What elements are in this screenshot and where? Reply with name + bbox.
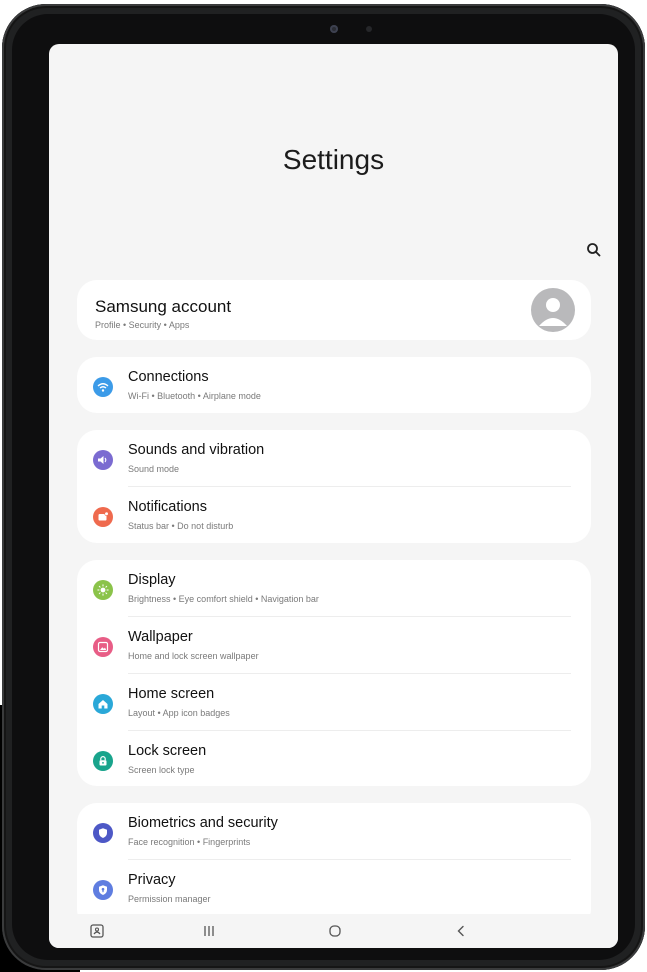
sensor-icon bbox=[366, 26, 372, 32]
settings-item-label: Lock screen bbox=[128, 743, 207, 759]
wifi-icon bbox=[93, 377, 113, 397]
settings-item-biometrics[interactable]: Biometrics and security Face recognition… bbox=[77, 803, 591, 859]
screenshot-icon[interactable] bbox=[87, 922, 107, 940]
display-group-card: Display Brightness • Eye comfort shield … bbox=[77, 560, 591, 786]
settings-item-label: Privacy bbox=[128, 872, 176, 888]
back-icon[interactable] bbox=[451, 922, 471, 940]
settings-item-wallpaper[interactable]: Wallpaper Home and lock screen wallpaper bbox=[77, 617, 591, 673]
settings-item-sub: Layout • App icon badges bbox=[128, 708, 230, 718]
settings-item-sub: Wi-Fi • Bluetooth • Airplane mode bbox=[128, 391, 261, 401]
settings-item-lock-screen[interactable]: Lock screen Screen lock type bbox=[77, 731, 591, 787]
settings-item-sub: Status bar • Do not disturb bbox=[128, 521, 234, 531]
image-icon bbox=[93, 637, 113, 657]
home-button-icon[interactable] bbox=[325, 922, 345, 940]
settings-item-label: Notifications bbox=[128, 499, 207, 515]
shield-icon bbox=[93, 823, 113, 843]
settings-item-sub: Permission manager bbox=[128, 894, 211, 904]
settings-item-sub: Face recognition • Fingerprints bbox=[128, 837, 251, 847]
settings-item-label: Display bbox=[128, 572, 176, 588]
lock-icon bbox=[93, 751, 113, 771]
page-title: Settings bbox=[282, 144, 385, 175]
sun-icon bbox=[93, 580, 113, 600]
settings-screen: Settings Samsung account Profile • Secur… bbox=[49, 44, 618, 948]
settings-item-privacy[interactable]: Privacy Permission manager bbox=[77, 860, 591, 916]
connections-card: Connections Wi-Fi • Bluetooth • Airplane… bbox=[77, 357, 591, 413]
security-group-card: Biometrics and security Face recognition… bbox=[77, 803, 591, 929]
settings-item-sub: Sound mode bbox=[128, 464, 180, 474]
sounds-notifications-card: Sounds and vibration Sound mode Notifica… bbox=[77, 430, 591, 543]
settings-item-label: Home screen bbox=[128, 686, 215, 702]
settings-item-label: Biometrics and security bbox=[128, 815, 278, 831]
samsung-account-card[interactable]: Samsung account Profile • Security • App… bbox=[77, 280, 591, 340]
settings-item-label: Sounds and vibration bbox=[128, 442, 265, 458]
settings-item-display[interactable]: Display Brightness • Eye comfort shield … bbox=[77, 560, 591, 616]
settings-item-sub: Screen lock type bbox=[128, 765, 195, 775]
settings-item-sounds[interactable]: Sounds and vibration Sound mode bbox=[77, 430, 591, 486]
settings-item-home-screen[interactable]: Home screen Layout • App icon badges bbox=[77, 674, 591, 730]
settings-item-connections[interactable]: Connections Wi-Fi • Bluetooth • Airplane… bbox=[77, 357, 591, 413]
settings-item-sub: Home and lock screen wallpaper bbox=[128, 651, 259, 661]
notification-icon bbox=[93, 507, 113, 527]
settings-item-label: Wallpaper bbox=[128, 629, 193, 645]
speaker-icon bbox=[93, 450, 113, 470]
samsung-account-label: Samsung account bbox=[95, 297, 232, 316]
front-camera-icon bbox=[330, 25, 338, 33]
samsung-account-sub: Profile • Security • Apps bbox=[95, 320, 190, 330]
settings-item-notifications[interactable]: Notifications Status bar • Do not distur… bbox=[77, 487, 591, 543]
avatar-icon bbox=[531, 288, 575, 332]
home-icon bbox=[93, 694, 113, 714]
privacy-icon bbox=[93, 880, 113, 900]
search-icon[interactable] bbox=[584, 240, 604, 260]
settings-item-sub: Brightness • Eye comfort shield • Naviga… bbox=[128, 594, 319, 604]
settings-item-label: Connections bbox=[128, 369, 209, 385]
navigation-bar bbox=[49, 914, 618, 948]
recents-icon[interactable] bbox=[199, 922, 219, 940]
